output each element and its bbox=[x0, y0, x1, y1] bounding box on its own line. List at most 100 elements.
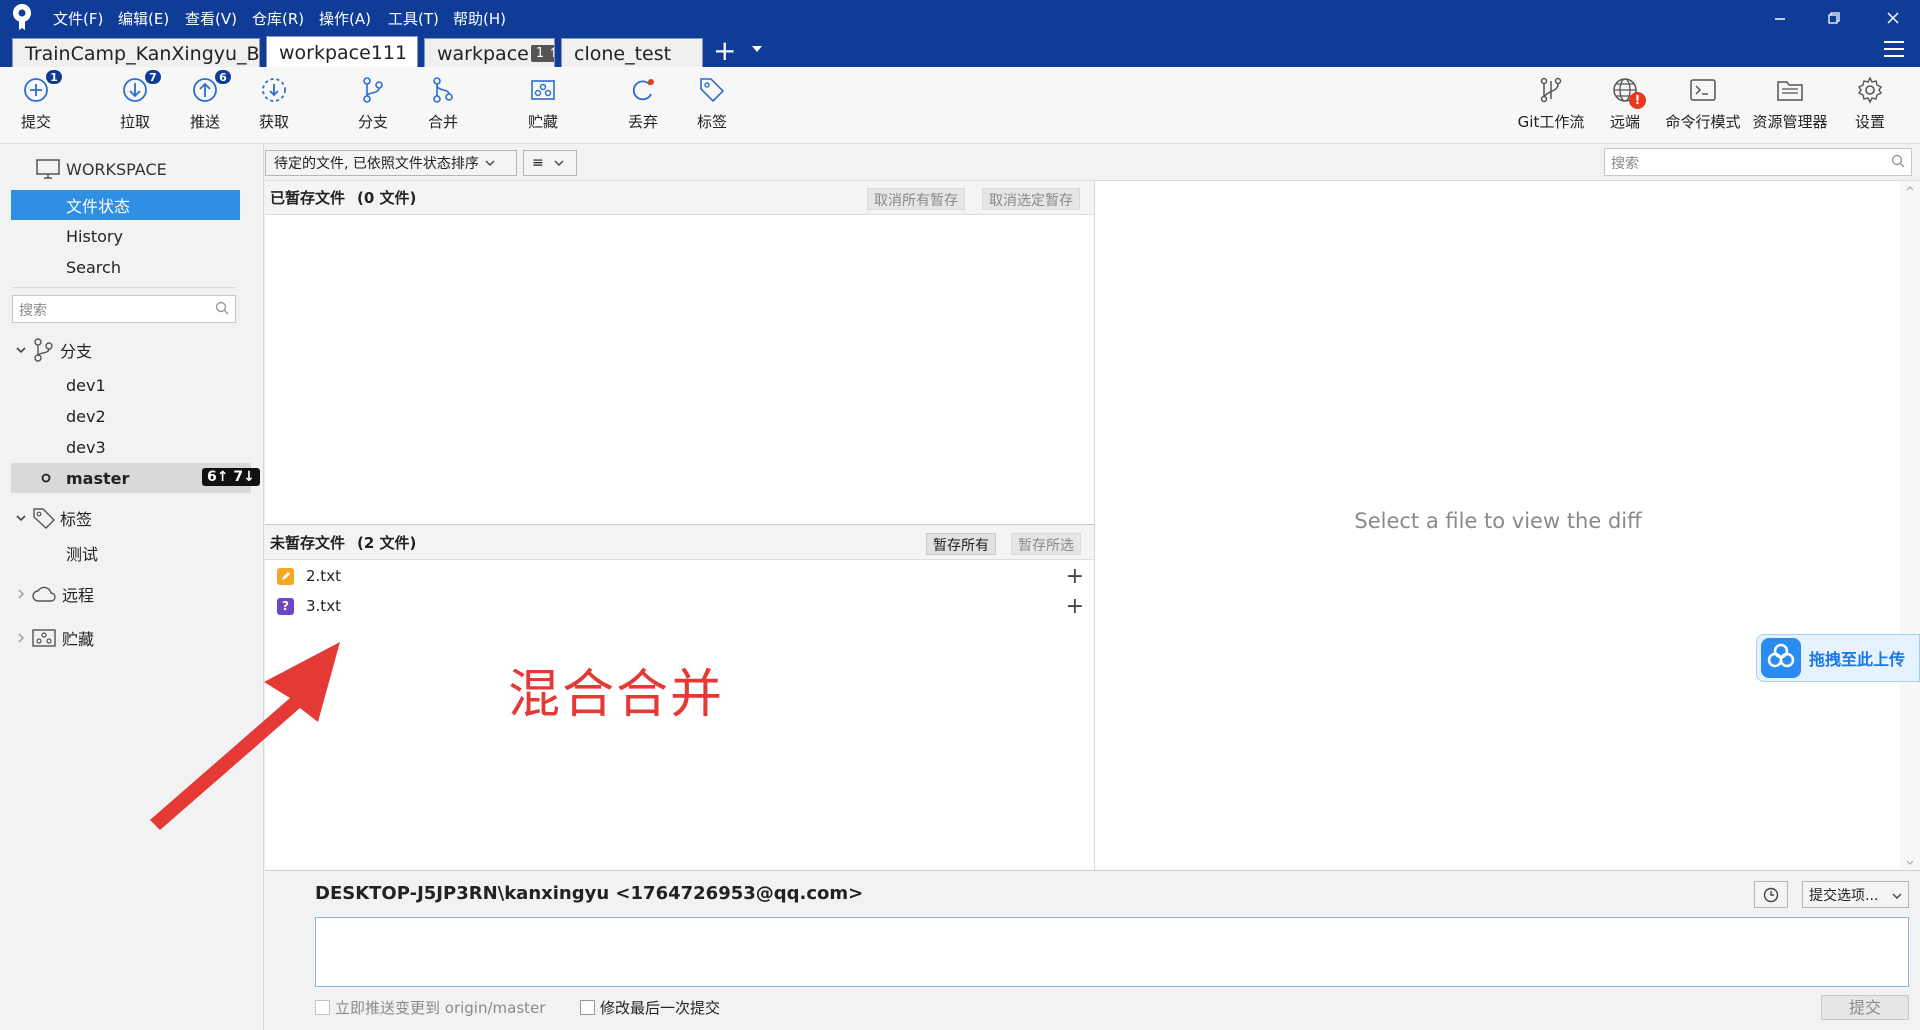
tag-name: 测试 bbox=[66, 545, 99, 564]
menu-repository[interactable]: 仓库(R) bbox=[252, 8, 304, 29]
gear-icon bbox=[1855, 75, 1885, 105]
menu-tools[interactable]: 工具(T) bbox=[388, 8, 439, 29]
globe-icon: ! bbox=[1610, 75, 1646, 109]
title-bar: 文件(F) 编辑(E) 查看(V) 仓库(R) 操作(A) 工具(T) 帮助(H… bbox=[0, 0, 1920, 67]
gitflow-button[interactable]: Git工作流 bbox=[1515, 75, 1587, 132]
diff-panel: Select a file to view the diff bbox=[1094, 181, 1900, 870]
commit-author: DESKTOP-J5JP3RN\kanxingyu <1764726953@qq… bbox=[315, 883, 864, 904]
app-logo-icon bbox=[10, 3, 34, 31]
staged-files-panel: 已暂存文件 (0 文件) 取消所有暂存 取消选定暂存 bbox=[265, 181, 1094, 525]
push-button[interactable]: 6 推送 bbox=[170, 69, 240, 132]
sidebar-item-history[interactable]: History bbox=[0, 221, 264, 251]
scroll-down-icon[interactable] bbox=[1906, 860, 1914, 866]
merge-button[interactable]: 合并 bbox=[408, 75, 478, 132]
fetch-button[interactable]: 获取 bbox=[239, 75, 309, 132]
branch-button[interactable]: 分支 bbox=[338, 75, 408, 132]
tab-clone-test[interactable]: clone_test bbox=[561, 38, 703, 67]
branch-item[interactable]: dev2 bbox=[0, 401, 264, 431]
branch-icon bbox=[32, 338, 54, 362]
tab-traincamp[interactable]: TrainCamp_KanXingyu_B... bbox=[12, 38, 260, 67]
menu-help[interactable]: 帮助(H) bbox=[453, 8, 506, 29]
terminal-button[interactable]: 命令行模式 bbox=[1665, 75, 1741, 132]
restore-icon[interactable] bbox=[1820, 6, 1848, 30]
workspace-label: WORKSPACE bbox=[66, 159, 167, 179]
amend-checkbox[interactable]: 修改最后一次提交 bbox=[580, 997, 720, 1018]
commit-submit-button[interactable]: 提交 bbox=[1821, 995, 1909, 1020]
sort-dropdown[interactable]: 待定的文件, 已依照文件状态排序 bbox=[265, 150, 517, 176]
search-icon bbox=[215, 301, 229, 315]
file-row[interactable]: ? 3.txt + bbox=[265, 591, 1094, 621]
branch-name: dev3 bbox=[66, 437, 106, 457]
tab-close-icon[interactable]: ✕ bbox=[415, 42, 417, 63]
chevron-down-icon bbox=[1892, 893, 1902, 899]
stage-file-plus-icon[interactable]: + bbox=[1066, 594, 1084, 619]
commit-button[interactable]: 1 提交 bbox=[1, 69, 71, 132]
tag-item[interactable]: 测试 bbox=[0, 538, 264, 568]
remote-alert-badge: ! bbox=[1629, 92, 1646, 109]
sort-label: 待定的文件, 已依照文件状态排序 bbox=[274, 156, 479, 172]
upload-label: 拖拽至此上传 bbox=[1809, 650, 1906, 669]
push-icon: 6 bbox=[190, 69, 232, 105]
menu-view[interactable]: 查看(V) bbox=[185, 8, 237, 29]
pull-button[interactable]: 7 拉取 bbox=[100, 69, 170, 132]
stage-file-plus-icon[interactable]: + bbox=[1066, 564, 1084, 589]
branch-item[interactable]: dev3 bbox=[0, 432, 264, 462]
list-icon: ≡ bbox=[532, 155, 544, 171]
sidebar-search-input[interactable]: 搜索 bbox=[12, 295, 236, 323]
unstaged-title: 未暂存文件 bbox=[270, 534, 346, 552]
chevron-right-icon bbox=[18, 633, 24, 643]
sidebar-item-file-status[interactable]: 文件状态 bbox=[11, 190, 240, 220]
sidebar-item-search[interactable]: Search bbox=[0, 252, 264, 282]
remote-label: 远端 bbox=[1609, 113, 1640, 131]
close-window-icon[interactable] bbox=[1879, 6, 1907, 30]
stage-all-button[interactable]: 暂存所有 bbox=[926, 533, 996, 555]
menu-edit[interactable]: 编辑(E) bbox=[118, 8, 169, 29]
commit-history-button[interactable] bbox=[1754, 881, 1788, 908]
checkbox-box bbox=[315, 1000, 330, 1015]
unstage-all-button[interactable]: 取消所有暂存 bbox=[867, 188, 965, 210]
stash-icon bbox=[32, 628, 56, 648]
sidebar: WORKSPACE 文件状态 History Search 搜索 分支 dev1… bbox=[0, 144, 264, 1030]
branches-header[interactable]: 分支 bbox=[0, 335, 264, 365]
upload-widget[interactable]: 拖拽至此上传 bbox=[1756, 634, 1920, 682]
remote-button[interactable]: ! 远端 bbox=[1590, 75, 1660, 132]
tab-warkpace[interactable]: warkpace1 ↑ bbox=[424, 38, 555, 67]
unstage-selected-button[interactable]: 取消选定暂存 bbox=[982, 188, 1080, 210]
staged-count: (0 文件) bbox=[357, 189, 417, 207]
hamburger-menu-icon[interactable] bbox=[1884, 41, 1904, 57]
tab-workpace111[interactable]: workpace111 ✕ bbox=[266, 36, 418, 67]
settings-button[interactable]: 设置 bbox=[1835, 75, 1905, 132]
tags-label: 标签 bbox=[60, 510, 93, 529]
tab-dropdown-icon[interactable] bbox=[752, 46, 762, 52]
tags-header[interactable]: 标签 bbox=[0, 503, 264, 533]
remotes-header[interactable]: 远程 bbox=[0, 579, 264, 609]
tag-button[interactable]: 标签 bbox=[677, 75, 747, 132]
explorer-label: 资源管理器 bbox=[1752, 113, 1828, 131]
menu-file[interactable]: 文件(F) bbox=[53, 8, 103, 29]
view-mode-dropdown[interactable]: ≡ bbox=[523, 150, 577, 176]
tab-label: workpace111 bbox=[279, 41, 408, 64]
add-tab-icon[interactable]: + bbox=[713, 37, 736, 65]
monitor-icon bbox=[36, 159, 60, 179]
pull-label: 拉取 bbox=[119, 113, 150, 131]
discard-button[interactable]: 丢弃 bbox=[608, 75, 678, 132]
stage-selected-button[interactable]: 暂存所选 bbox=[1011, 533, 1081, 555]
commit-area: DESKTOP-J5JP3RN\kanxingyu <1764726953@qq… bbox=[265, 870, 1920, 1030]
cloud-upload-icon bbox=[1761, 638, 1801, 678]
gitflow-label: Git工作流 bbox=[1517, 113, 1585, 131]
file-row[interactable]: 2.txt + bbox=[265, 561, 1094, 591]
commit-options-dropdown[interactable]: 提交选项... bbox=[1802, 881, 1909, 908]
scroll-up-icon[interactable] bbox=[1906, 185, 1914, 191]
branch-item[interactable]: dev1 bbox=[0, 370, 264, 400]
diff-scrollbar[interactable] bbox=[1900, 181, 1920, 870]
discard-icon bbox=[628, 75, 658, 105]
menu-actions[interactable]: 操作(A) bbox=[319, 8, 371, 29]
minimize-icon[interactable] bbox=[1766, 6, 1794, 30]
file-search-input[interactable]: 搜索 bbox=[1604, 148, 1912, 176]
commit-options-label: 提交选项... bbox=[1809, 888, 1879, 904]
explorer-button[interactable]: 资源管理器 bbox=[1752, 75, 1828, 132]
commit-message-input[interactable] bbox=[315, 917, 1909, 987]
push-immediately-checkbox[interactable]: 立即推送变更到 origin/master bbox=[315, 997, 545, 1018]
stash-button[interactable]: 贮藏 bbox=[508, 75, 578, 132]
pull-badge: 7 bbox=[144, 69, 162, 85]
